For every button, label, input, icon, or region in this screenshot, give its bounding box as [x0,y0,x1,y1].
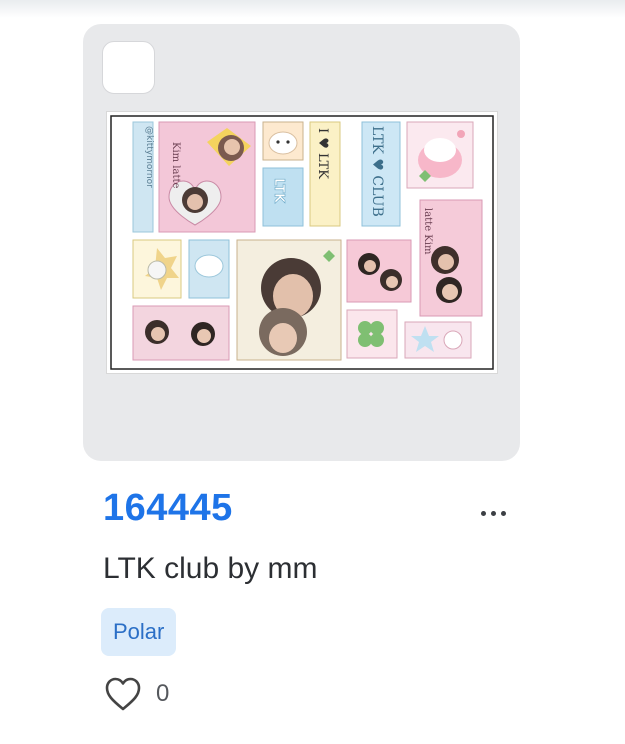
category-tag[interactable]: Polar [101,608,177,656]
i-love-ltk-text: I ♥ LTK [315,128,330,179]
more-dots-icon [490,510,496,516]
more-dots-icon [480,510,486,516]
more-dots-icon [500,510,506,516]
select-checkbox[interactable] [102,41,155,94]
kim-latte-text-1: Kim latte [170,142,181,189]
like-row: 0 [104,676,169,712]
sticker-sheet-preview[interactable]: @kittymornor Kim latte LTK I ♥ LTK LTK ♥… [106,111,498,374]
sticker-sheet-image: @kittymornor Kim latte LTK I ♥ LTK LTK ♥… [107,112,497,373]
top-fade [0,0,625,18]
more-options-button[interactable] [465,500,521,526]
item-code[interactable]: 164445 [103,487,233,530]
like-count: 0 [156,680,170,707]
handle-text: @kittymornor [144,126,154,188]
heart-outline-icon[interactable] [104,676,142,712]
ltk-club-text: LTK ♥ CLUB [369,126,385,217]
item-title: LTK club by mm [103,552,318,585]
latte-kim-text-2: latte Kim [422,208,433,255]
sticker-card[interactable]: @kittymornor Kim latte LTK I ♥ LTK LTK ♥… [83,24,520,461]
ltk-logo-text: LTK [271,178,286,204]
